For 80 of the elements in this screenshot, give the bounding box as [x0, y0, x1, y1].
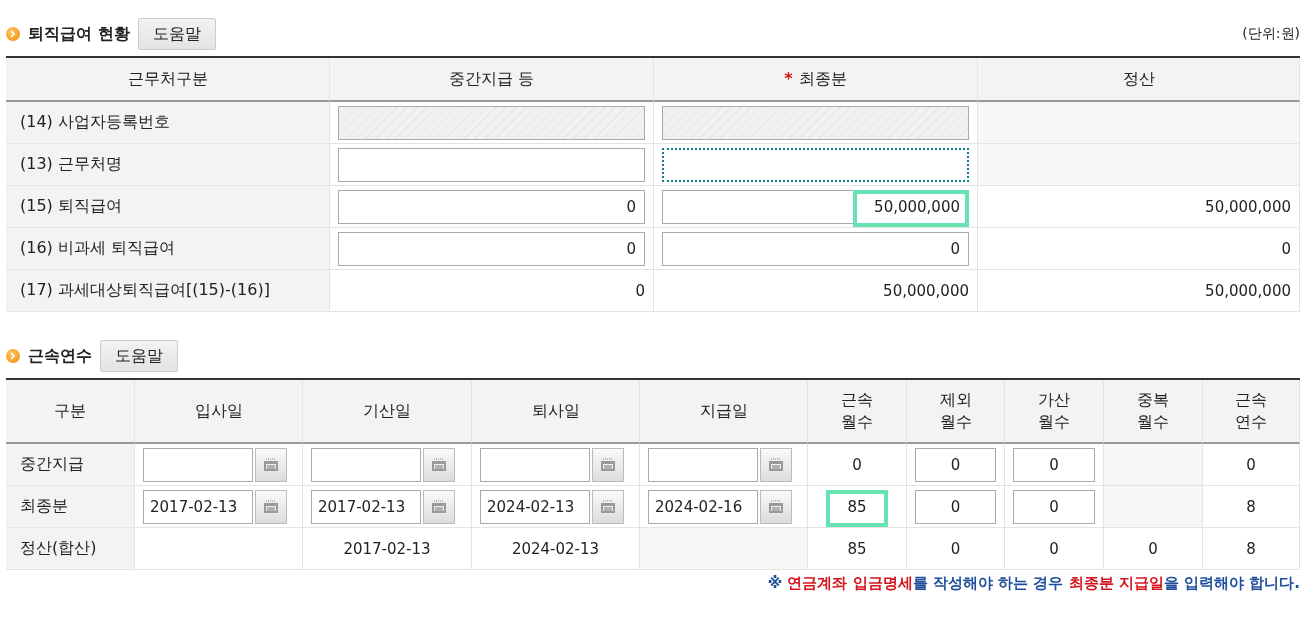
- column-header: 지급일: [699, 399, 748, 422]
- calendar-button[interactable]: [592, 447, 624, 482]
- date-field[interactable]: 2024-02-13: [480, 489, 590, 524]
- table-cell: 0: [1049, 539, 1059, 558]
- calendar-icon: [263, 499, 279, 514]
- input-field[interactable]: 0: [338, 189, 645, 224]
- section-title: 퇴직급여 현황: [28, 23, 130, 45]
- calendar-icon: [600, 499, 616, 514]
- input-field[interactable]: 0: [662, 231, 969, 266]
- calendar-icon: [263, 457, 279, 472]
- date-field[interactable]: [143, 447, 253, 482]
- table-cell: 85: [847, 497, 867, 516]
- input-field[interactable]: 0: [915, 489, 996, 524]
- calendar-button[interactable]: [255, 447, 287, 482]
- table-cell: 0: [852, 455, 862, 474]
- input-field[interactable]: 0: [915, 447, 996, 482]
- calendar-button[interactable]: [760, 489, 792, 524]
- input-field[interactable]: [338, 147, 645, 182]
- input-field[interactable]: 0: [1013, 447, 1095, 482]
- column-header: 입사일: [194, 399, 243, 422]
- table-cell: 50,000,000: [1205, 197, 1291, 216]
- date-field[interactable]: [480, 447, 590, 482]
- row-label: (15) 퇴직급여: [20, 196, 122, 217]
- row-label: (14) 사업자등록번호: [20, 112, 170, 133]
- row-label: 정산(합산): [20, 538, 97, 559]
- help-button[interactable]: 도움말: [137, 18, 216, 50]
- column-header: 기산일: [363, 399, 411, 422]
- unit-label: (단위:원): [1242, 25, 1300, 43]
- table-cell: 8: [1246, 539, 1256, 558]
- date-field[interactable]: 2017-02-13: [143, 489, 253, 524]
- column-header: 가산 월수: [1038, 388, 1070, 433]
- column-header: 중간지급 등: [448, 67, 535, 90]
- table-cell: 0: [1148, 539, 1158, 558]
- calendar-icon: [768, 499, 784, 514]
- table-cell: 8: [1246, 497, 1256, 516]
- row-label: (17) 과세대상퇴직급여[(15)-(16)]: [20, 280, 270, 301]
- table-cell: 50,000,000: [883, 281, 969, 300]
- calendar-icon: [431, 457, 447, 472]
- help-button[interactable]: 도움말: [100, 340, 178, 372]
- row-label: (16) 비과세 퇴직급여: [20, 238, 175, 259]
- calendar-button[interactable]: [255, 489, 287, 524]
- table-cell: 50,000,000: [1205, 281, 1291, 300]
- calendar-icon: [768, 457, 784, 472]
- column-header: 정산: [1122, 67, 1155, 90]
- note-text: ※ 연금계좌 입금명세를 작성해야 하는 경우 최종분 지급일을 입력해야 합니다.: [767, 574, 1300, 592]
- calendar-button[interactable]: [760, 447, 792, 482]
- date-field[interactable]: 2024-02-16: [648, 489, 758, 524]
- column-header: 구분: [54, 399, 86, 422]
- column-header: 최종분: [798, 67, 847, 90]
- column-header: 근속 연수: [1235, 388, 1267, 433]
- table-cell: 2017-02-13: [343, 539, 431, 558]
- column-header: 중복 월수: [1137, 388, 1169, 433]
- calendar-icon: [600, 457, 616, 472]
- input-field[interactable]: 0: [1013, 489, 1095, 524]
- bullet-icon: [6, 349, 20, 363]
- table-cell: 0: [950, 539, 961, 558]
- column-header: 근속 월수: [841, 388, 873, 433]
- row-label: (13) 근무처명: [20, 154, 122, 175]
- table-cell: 0: [635, 281, 645, 300]
- column-header: 퇴사일: [531, 399, 580, 422]
- table-cell: 0: [1246, 455, 1256, 474]
- row-label: 중간지급: [20, 454, 84, 475]
- column-header: 근무처구분: [127, 67, 208, 90]
- date-field[interactable]: 2017-02-13: [311, 489, 421, 524]
- input-field[interactable]: [662, 147, 969, 182]
- date-field[interactable]: [311, 447, 421, 482]
- input-field[interactable]: 0: [338, 231, 645, 266]
- table-cell: 2024-02-13: [511, 539, 600, 558]
- calendar-button[interactable]: [592, 489, 624, 524]
- calendar-button[interactable]: [423, 489, 455, 524]
- calendar-button[interactable]: [423, 447, 455, 482]
- table-cell: 85: [847, 539, 867, 558]
- table-cell: 0: [1281, 239, 1291, 258]
- section-title: 근속연수: [28, 345, 92, 367]
- bullet-icon: [6, 27, 20, 41]
- required-mark: *: [784, 67, 793, 90]
- date-field[interactable]: [648, 447, 758, 482]
- row-label: 최종분: [20, 496, 68, 517]
- column-header: 제외 월수: [939, 388, 972, 433]
- calendar-icon: [431, 499, 447, 514]
